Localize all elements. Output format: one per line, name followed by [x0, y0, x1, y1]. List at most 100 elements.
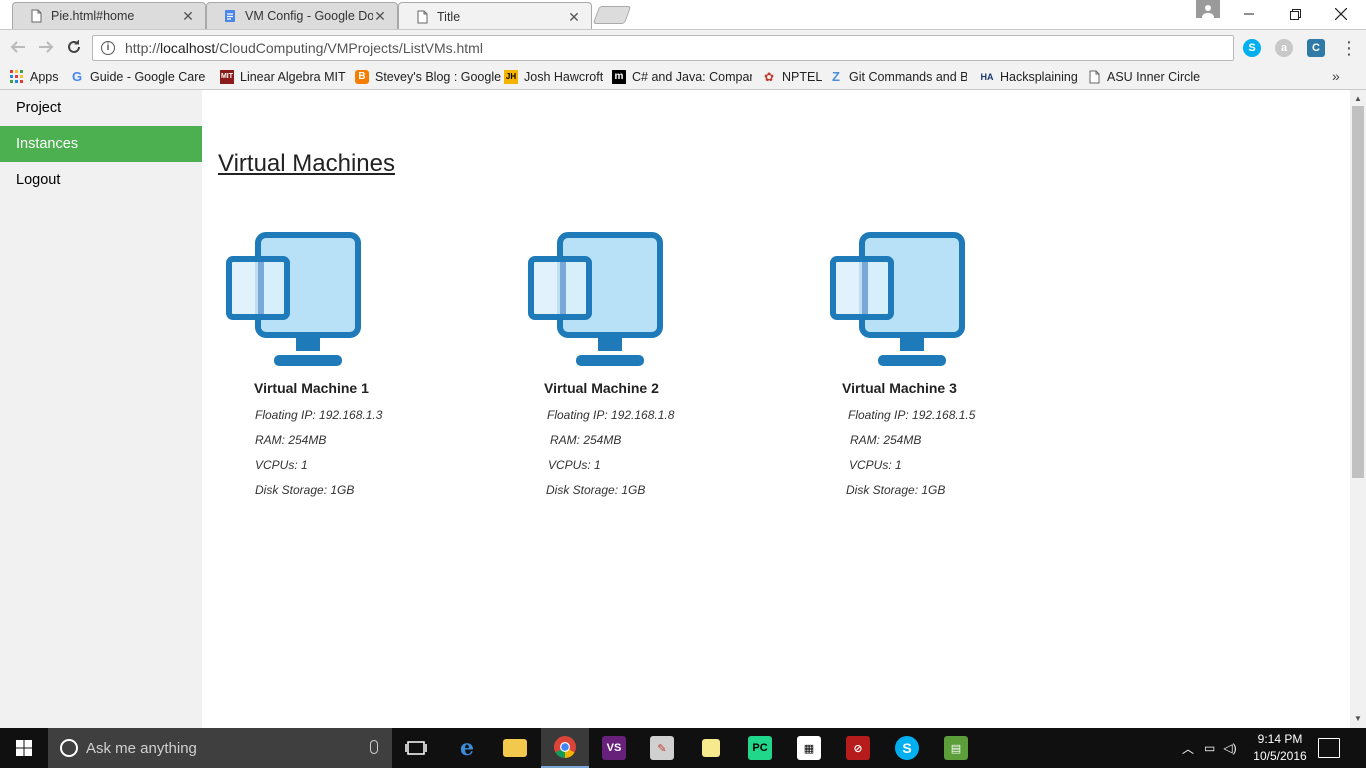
browser-tab-strip: Pie.html#home ✕ VM Config - Google Doc ✕…: [0, 0, 1366, 30]
skype-extension-icon[interactable]: S: [1243, 39, 1261, 57]
back-button[interactable]: [8, 38, 28, 58]
info-icon[interactable]: i: [101, 41, 115, 55]
vm-floating-ip: Floating IP: 192.168.1.8: [547, 408, 675, 422]
taskbar-file-explorer[interactable]: [491, 728, 539, 768]
bookmark-csharp-java[interactable]: m C# and Java: Compari: [612, 68, 752, 86]
sidebar-item-logout[interactable]: Logout: [0, 162, 202, 198]
url-text[interactable]: http://localhost/CloudComputing/VMProjec…: [125, 40, 483, 56]
bookmark-nptel[interactable]: ✿ NPTEL: [762, 68, 822, 86]
scroll-up-arrow-icon[interactable]: ▲: [1350, 92, 1366, 106]
paint-icon: ✎: [650, 736, 674, 760]
vertical-scrollbar[interactable]: ▲ ▼: [1350, 90, 1366, 728]
sticky-notes-icon: [702, 739, 720, 757]
action-center-icon[interactable]: [1318, 738, 1340, 758]
chevron-up-icon[interactable]: ︿: [1182, 740, 1194, 757]
taskbar-visual-studio[interactable]: VS: [590, 728, 638, 768]
taskbar-paint[interactable]: ✎: [638, 728, 686, 768]
bookmark-label: Josh Hawcroft: [524, 70, 604, 84]
taskbar-edge[interactable]: e: [443, 728, 491, 768]
skype-icon: S: [895, 736, 919, 760]
scroll-down-arrow-icon[interactable]: ▼: [1350, 712, 1366, 726]
search-placeholder: Ask me anything: [86, 739, 197, 757]
bookmark-josh-hawcroft[interactable]: JH Josh Hawcroft: [504, 68, 603, 86]
sidebar-item-instances[interactable]: Instances: [0, 126, 202, 162]
start-button[interactable]: [0, 728, 48, 768]
bookmarks-overflow-icon[interactable]: »: [1332, 68, 1340, 84]
browser-tab-title[interactable]: Title ✕: [398, 2, 592, 30]
visual-studio-icon: VS: [602, 736, 626, 760]
close-window-button[interactable]: [1318, 0, 1364, 28]
chrome-menu-icon[interactable]: ⋮: [1340, 38, 1358, 58]
taskbar-chrome[interactable]: [541, 728, 589, 768]
web-extension-icon[interactable]: C: [1307, 39, 1325, 57]
blogger-icon: B: [355, 70, 369, 84]
taskbar-spreadsheet[interactable]: ▤: [932, 728, 980, 768]
volume-icon[interactable]: ◁): [1223, 741, 1236, 755]
vm-vcpus: VCPUs: 1: [548, 458, 601, 472]
task-view-button[interactable]: [392, 728, 440, 768]
clock-time: 9:14 PM: [1257, 732, 1303, 746]
virtual-machine-icon[interactable]: [528, 232, 664, 368]
person-icon: [1202, 5, 1214, 18]
bookmark-label: C# and Java: Compari: [632, 70, 752, 84]
address-bar[interactable]: i http://localhost/CloudComputing/VMProj…: [92, 35, 1234, 61]
page-icon: [31, 9, 42, 23]
taskbar-sticky-notes[interactable]: [687, 728, 735, 768]
restore-icon: [1289, 8, 1301, 20]
bookmark-git-commands[interactable]: Z Git Commands and Be: [829, 68, 967, 86]
vm-name: Virtual Machine 3: [842, 380, 957, 396]
profile-button[interactable]: [1196, 0, 1220, 18]
bookmark-guide-google-careers[interactable]: G Guide - Google Caree: [70, 68, 206, 86]
taskbar-clock[interactable]: 9:14 PM 10/5/2016: [1252, 731, 1308, 765]
bookmark-steveys-blog[interactable]: B Stevey's Blog : Google: [355, 68, 501, 86]
google-docs-icon: [225, 10, 235, 22]
vm-ram: RAM: 254MB: [255, 433, 327, 447]
vm-ram: RAM: 254MB: [550, 433, 622, 447]
bookmark-label: NPTEL: [782, 70, 823, 84]
taskbar-store[interactable]: ▦: [785, 728, 833, 768]
sidebar-item-project[interactable]: Project: [0, 90, 202, 126]
close-tab-icon[interactable]: ✕: [181, 8, 195, 24]
bookmark-linear-algebra-mit[interactable]: MIT Linear Algebra MIT: [220, 68, 346, 86]
browser-tab-vm-config[interactable]: VM Config - Google Doc ✕: [206, 2, 398, 29]
app-icon: ⊘: [846, 736, 870, 760]
taskbar-app-red[interactable]: ⊘: [834, 728, 882, 768]
vm-vcpus: VCPUs: 1: [255, 458, 308, 472]
close-tab-icon[interactable]: ✕: [567, 9, 581, 25]
bookmark-label: Guide - Google Caree: [90, 70, 206, 84]
cortana-icon: [60, 739, 78, 757]
reload-icon: [68, 40, 80, 53]
cortana-search-box[interactable]: Ask me anything: [48, 728, 392, 768]
browser-tab-pie[interactable]: Pie.html#home ✕: [12, 2, 206, 29]
minimize-icon: [1244, 13, 1254, 15]
virtual-machine-icon[interactable]: [830, 232, 966, 368]
close-icon: [1335, 8, 1347, 20]
new-tab-button[interactable]: [592, 6, 632, 24]
vm-disk-storage: Disk Storage: 1GB: [255, 483, 355, 497]
forward-button[interactable]: [36, 38, 56, 58]
battery-icon[interactable]: ▭: [1204, 741, 1215, 755]
windows-taskbar: Ask me anything e VS ✎ PC ▦ ⊘ S ▤ ︿ ▭ ◁)…: [0, 728, 1366, 768]
close-tab-icon[interactable]: ✕: [373, 8, 387, 24]
ha-icon: HA: [980, 72, 994, 82]
bookmark-hacksplaining[interactable]: HA Hacksplaining: [980, 68, 1078, 86]
restore-button[interactable]: [1272, 0, 1318, 28]
minimize-button[interactable]: [1226, 0, 1272, 28]
clock-date: 10/5/2016: [1253, 749, 1307, 763]
apps-grid-icon: [10, 70, 23, 83]
bookmark-label: ASU Inner Circle: [1107, 70, 1201, 84]
virtual-machine-icon[interactable]: [226, 232, 362, 368]
extension-icon[interactable]: a: [1275, 39, 1293, 57]
bookmark-apps[interactable]: Apps: [10, 68, 59, 86]
bookmark-label: Git Commands and Be: [849, 70, 967, 84]
taskbar-pycharm[interactable]: PC: [736, 728, 784, 768]
tab-title: Title: [437, 9, 461, 24]
bookmark-asu-inner-circle[interactable]: ASU Inner Circle: [1087, 68, 1200, 86]
chrome-icon: [554, 736, 576, 758]
reload-button[interactable]: [64, 38, 84, 58]
mit-ocw-icon: MIT: [220, 70, 234, 84]
sidebar-nav: Project Instances Logout: [0, 90, 202, 728]
taskbar-skype[interactable]: S: [883, 728, 931, 768]
scrollbar-thumb[interactable]: [1352, 106, 1364, 478]
microphone-icon[interactable]: [370, 740, 378, 754]
